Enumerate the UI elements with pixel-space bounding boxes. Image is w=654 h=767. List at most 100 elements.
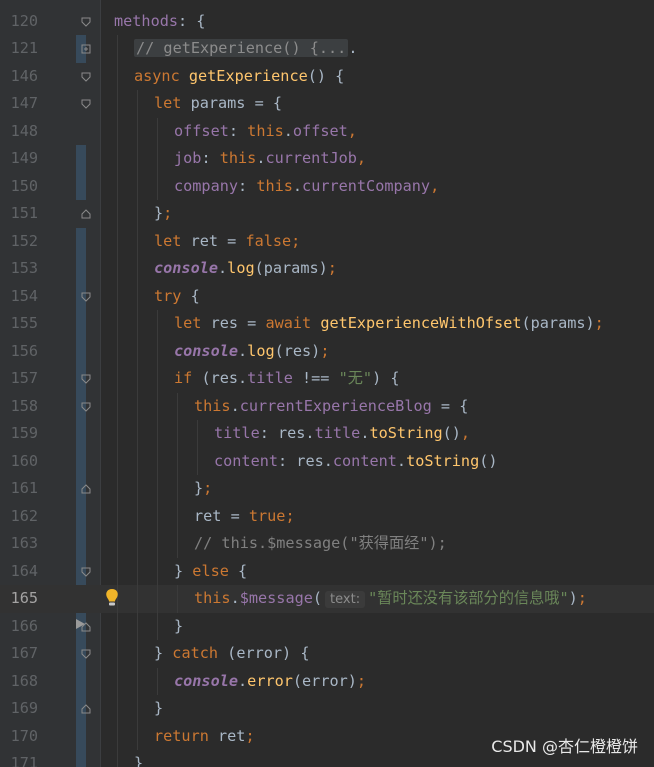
indent-guide [117, 145, 118, 173]
line-number[interactable]: 170 [0, 723, 38, 751]
code-token: error [247, 671, 293, 690]
code-line[interactable]: 154 try { [0, 282, 654, 311]
code-line[interactable]: 120 methods: { [0, 8, 654, 36]
line-number[interactable]: 168 [0, 668, 38, 696]
code-line[interactable]: 168 console.error(error); [0, 667, 654, 696]
code-line[interactable]: 167} catch (error) { [0, 640, 654, 668]
code-line[interactable]: 157 if (res.title !== "无") { [0, 365, 654, 393]
code-token: toString [369, 424, 443, 442]
code-line[interactable]: 150 company: this.currentCompany, [0, 172, 654, 201]
line-number[interactable]: 149 [0, 145, 38, 173]
fold-close-icon[interactable] [81, 621, 91, 632]
line-number[interactable]: 153 [0, 255, 38, 283]
code-line[interactable]: 166} [0, 612, 654, 641]
code-token: : { [178, 11, 206, 30]
fold-expand-icon[interactable] [81, 44, 91, 54]
fold-open-icon[interactable] [81, 567, 91, 577]
code-token: . [230, 589, 240, 607]
indent-guide [137, 145, 138, 173]
code-line[interactable]: 121 // getExperience() {.... [0, 35, 654, 63]
code-line[interactable]: 169} [0, 695, 654, 723]
line-number[interactable]: 157 [0, 365, 38, 393]
line-number[interactable]: 147 [0, 90, 38, 118]
line-number[interactable]: 164 [0, 558, 38, 586]
fold-close-icon[interactable] [81, 484, 91, 494]
fold-open-icon[interactable] [81, 402, 91, 412]
line-number[interactable]: 158 [0, 393, 38, 421]
indent-guide [157, 145, 158, 173]
code-line[interactable]: 146 async getExperience() { [0, 62, 654, 91]
code-token: res = [210, 314, 266, 332]
code-token: currentExperienceBlog [239, 396, 432, 415]
code-line[interactable]: 151}; [0, 200, 654, 228]
fold-close-icon[interactable] [81, 209, 91, 219]
indent-guide [117, 35, 118, 63]
code-editor[interactable]: 120 methods: {121 // getExperience() {....… [0, 0, 654, 767]
code-line[interactable]: 165 this.$message(text: "暂时还没有该部分的信息哦"); [0, 585, 654, 629]
line-number[interactable]: 163 [0, 530, 38, 558]
code-line[interactable]: 156 console.log(res); [0, 337, 654, 366]
line-number[interactable]: 120 [0, 8, 38, 36]
code-line[interactable]: 159 title: res.title.toString(), [0, 420, 654, 448]
line-number[interactable]: 148 [0, 118, 38, 146]
fold-close-icon[interactable] [81, 704, 91, 714]
line-number[interactable]: 161 [0, 475, 38, 503]
indent-guide [137, 502, 138, 530]
code-text: }; [154, 200, 172, 228]
line-number[interactable]: 154 [0, 283, 38, 311]
fold-open-icon[interactable] [81, 649, 91, 659]
indent-guide [157, 365, 158, 393]
indent-guide [137, 200, 138, 228]
line-number[interactable]: 121 [0, 35, 38, 63]
line-number[interactable]: 155 [0, 310, 38, 338]
code-token: currentCompany [302, 176, 431, 195]
line-number[interactable]: 151 [0, 200, 38, 228]
code-token: { [238, 561, 248, 580]
code-text: return ret; [154, 723, 255, 751]
fold-open-icon[interactable] [81, 99, 91, 109]
line-number[interactable]: 171 [0, 750, 38, 767]
folded-region[interactable]: // getExperience() {... [134, 39, 349, 57]
code-line[interactable]: 162 ret = true; [0, 502, 654, 531]
code-line[interactable]: 147 let params = { [0, 90, 654, 118]
code-token: try [154, 286, 191, 305]
indent-guide [117, 117, 118, 145]
line-number[interactable]: 159 [0, 420, 38, 448]
line-number[interactable]: 166 [0, 613, 38, 641]
line-number[interactable]: 162 [0, 503, 38, 531]
code-line[interactable]: 160 content: res.content.toString() [0, 447, 654, 476]
code-token: ) { [372, 369, 400, 387]
code-line[interactable]: 164} else { [0, 557, 654, 586]
line-number[interactable]: 160 [0, 448, 38, 476]
fold-open-icon[interactable] [81, 292, 91, 302]
line-number[interactable]: 152 [0, 228, 38, 256]
indent-guide [177, 392, 178, 420]
code-line[interactable]: 158 this.currentExperienceBlog = { [0, 392, 654, 421]
indent-guide [137, 722, 138, 750]
line-number[interactable]: 167 [0, 640, 38, 668]
line-number[interactable]: 156 [0, 338, 38, 366]
line-number[interactable]: 169 [0, 695, 38, 723]
lightbulb-icon[interactable] [104, 588, 120, 608]
code-token: } [174, 561, 193, 580]
code-line[interactable]: 148 offset: this.offset, [0, 117, 654, 146]
indent-guide [157, 475, 158, 503]
fold-open-icon[interactable] [81, 72, 91, 82]
code-token: console [174, 341, 239, 360]
code-line[interactable]: 149 job: this.currentJob, [0, 145, 654, 173]
code-line[interactable]: 152 let ret = false; [0, 227, 654, 256]
indent-guide [137, 447, 138, 475]
fold-open-icon[interactable] [81, 17, 91, 27]
code-line[interactable]: 163 // this.$message("获得面经"); [0, 530, 654, 558]
code-token: let [154, 231, 191, 250]
code-line[interactable]: 153 console.log(params); [0, 255, 654, 283]
line-number[interactable]: 150 [0, 173, 38, 201]
code-token: ret = [194, 506, 249, 525]
fold-open-icon[interactable] [81, 374, 91, 384]
code-line[interactable]: 155 let res = await getExperienceWithOfse… [0, 310, 654, 338]
indent-guide [117, 172, 118, 200]
code-line[interactable]: 161}; [0, 475, 654, 503]
line-number[interactable]: 165 [0, 585, 38, 613]
indent-guide [137, 612, 138, 640]
line-number[interactable]: 146 [0, 63, 38, 91]
